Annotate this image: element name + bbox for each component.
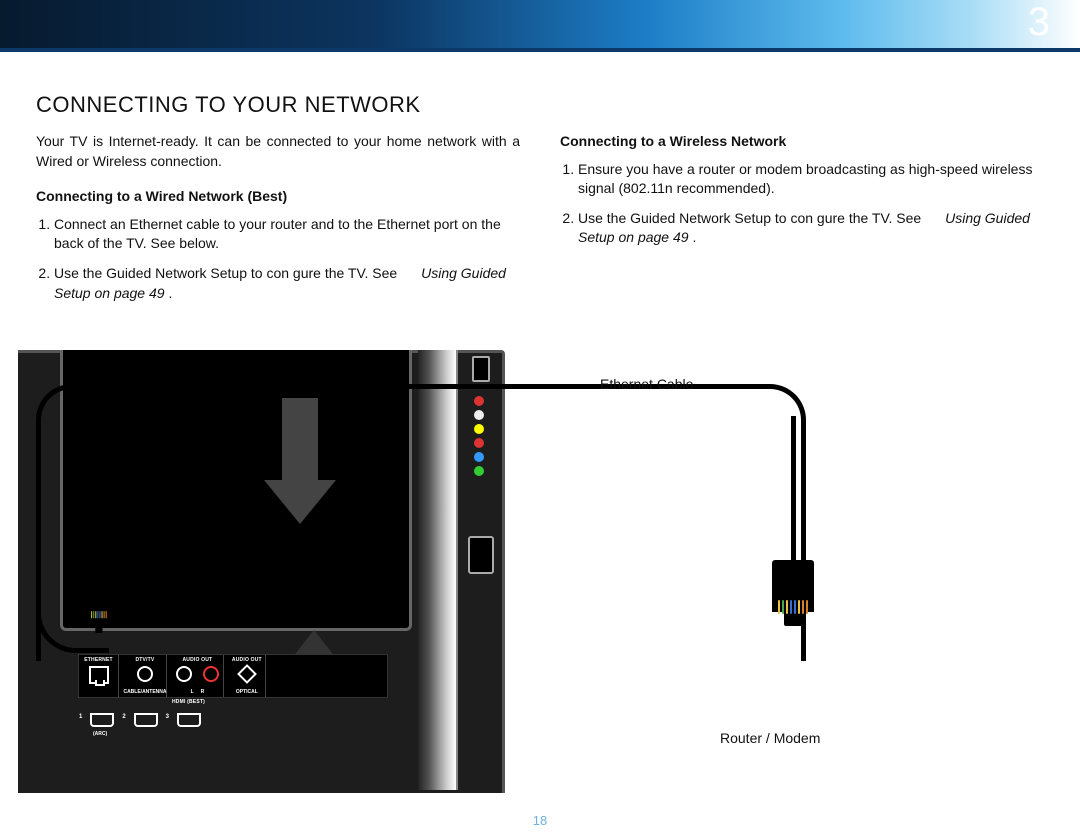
hdmi2-num: 2	[122, 714, 125, 720]
audio-l-label: L	[191, 689, 194, 695]
port-hdmi-label: HDMI (BEST)	[79, 699, 209, 705]
wired-steps: Connect an Ethernet cable to your router…	[54, 215, 520, 303]
optical-port-icon	[237, 664, 257, 684]
page-title: CONNECTING TO YOUR NETWORK	[36, 92, 1044, 118]
usb-port-icon	[472, 356, 490, 382]
connection-diagram: ETHERNET DTV/TV CABLE/ANTENNA AUDIO OUT …	[0, 330, 1080, 834]
hdmi1-arc: (ARC)	[93, 731, 107, 737]
two-column-layout: Your TV is Internet-ready. It can be con…	[36, 132, 1044, 313]
ethernet-plug-tv	[88, 608, 110, 633]
port-ethernet: ETHERNET	[79, 655, 119, 697]
coax-port-icon	[137, 666, 153, 682]
page-body: CONNECTING TO YOUR NETWORK Your TV is In…	[0, 52, 1080, 313]
port-dtv: DTV/TV CABLE/ANTENNA	[123, 655, 167, 697]
hdmi3-port-icon	[177, 713, 201, 727]
port-optical-label: OPTICAL	[228, 689, 265, 695]
cable-seg-right	[791, 416, 796, 566]
audio-r-label: R	[201, 689, 205, 695]
port-hdmi-group: HDMI (BEST) 1 2 3 (ARC)	[79, 697, 209, 739]
port-audio-out: AUDIO OUT L R	[172, 655, 224, 697]
ethernet-cable-path	[36, 384, 806, 661]
wired-step-2c: .	[168, 285, 172, 301]
wired-heading: Connecting to a Wired Network (Best)	[36, 187, 520, 207]
port-optical: AUDIO OUT OPTICAL	[228, 655, 266, 697]
wireless-heading: Connecting to a Wireless Network	[560, 132, 1044, 152]
wired-step-2: Use the Guided Network Setup to con gure…	[54, 264, 520, 303]
page-number: 18	[0, 813, 1080, 828]
wireless-step-2c: .	[692, 229, 696, 245]
ethernet-port-icon	[89, 666, 109, 684]
cable-seg-left	[36, 420, 41, 610]
cable-label: Ethernet Cable	[600, 376, 693, 392]
right-column: Connecting to a Wireless Network Ensure …	[560, 132, 1044, 313]
audio-l-icon	[176, 666, 192, 682]
hdmi3-num: 3	[166, 714, 169, 720]
ethernet-plug-router	[772, 560, 814, 608]
port-audio-lr: L R	[172, 689, 223, 695]
audio-r-icon	[203, 666, 219, 682]
port-dtv-sub: CABLE/ANTENNA	[123, 689, 166, 695]
header-band: 3	[0, 0, 1080, 48]
wireless-steps: Ensure you have a router or modem broadc…	[578, 160, 1044, 248]
wireless-step-2: Use the Guided Network Setup to con gure…	[578, 209, 1044, 248]
intro-text: Your TV is Internet-ready. It can be con…	[36, 132, 520, 171]
wired-step-1: Connect an Ethernet cable to your router…	[54, 215, 520, 254]
wired-step-2a: Use the Guided Network Setup to con gure…	[54, 265, 401, 281]
rj45-pins-icon	[91, 611, 107, 618]
hdmi1-num: 1	[79, 714, 82, 720]
hdmi1-port-icon	[90, 713, 114, 727]
wireless-step-2a: Use the Guided Network Setup to con gure…	[578, 210, 925, 226]
chapter-number: 3	[1028, 0, 1050, 45]
router-label: Router / Modem	[720, 730, 820, 746]
hdmi2-port-icon	[134, 713, 158, 727]
left-column: Your TV is Internet-ready. It can be con…	[36, 132, 520, 313]
rj45-pins-icon	[778, 600, 808, 614]
wireless-step-1: Ensure you have a router or modem broadc…	[578, 160, 1044, 199]
